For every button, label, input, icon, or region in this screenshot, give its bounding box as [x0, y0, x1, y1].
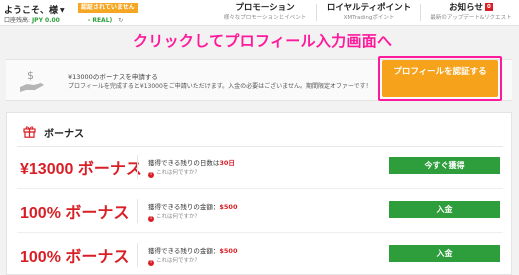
info-icon: ! — [148, 172, 154, 178]
bonus-condition: 獲得できる残りの日数は30日 — [148, 157, 235, 167]
nav-divider — [420, 4, 421, 21]
bonus-row: 100% ボーナス 獲得できる残りの金額：$500 ! これは何ですか？ 入金 — [7, 235, 513, 275]
gift-icon — [23, 126, 36, 138]
deposit-button[interactable]: 入金 — [389, 245, 500, 262]
nav-divider — [316, 4, 317, 21]
nav-notifications[interactable]: お知らせ 0 最新のアップデート&リクエスト — [423, 3, 519, 22]
refresh-icon[interactable]: ↻ — [118, 17, 123, 24]
info-icon: ! — [148, 260, 154, 266]
highlight-box — [378, 56, 502, 101]
nav-promotions[interactable]: プロモーション 様々なプロモーションとイベント — [218, 3, 312, 22]
condition-value: 30日 — [219, 159, 235, 167]
row-divider-line — [17, 232, 503, 233]
help-text: これは何ですか？ — [156, 214, 201, 220]
unverified-badge: 認証されていません — [78, 3, 138, 13]
svg-text:$: $ — [27, 69, 34, 82]
nav-loyalty-title: ロイヤルティポイント — [326, 3, 412, 13]
row-divider — [137, 155, 138, 179]
notice-title: ¥13000のボーナスを申請する — [68, 73, 158, 81]
bonus-amount: ¥13000 ボーナス — [20, 161, 142, 178]
help-text: これは何ですか？ — [156, 258, 201, 264]
chevron-down-icon: ▼ — [60, 7, 65, 14]
bonus-panel-title: ボーナス — [44, 129, 84, 140]
help-text: これは何ですか？ — [156, 170, 201, 176]
bonus-row: 100% ボーナス 獲得できる残りの金額：$500 ! これは何ですか？ 入金 — [7, 191, 513, 231]
help-link[interactable]: ! これは何ですか？ — [148, 168, 200, 178]
bonus-panel: ボーナス ¥13000 ボーナス 獲得できる残りの日数は30日 ! これは何ですか… — [6, 112, 512, 275]
nav-promotions-title: プロモーション — [235, 3, 295, 13]
nav-loyalty-sub: XMTradingポイント — [343, 15, 395, 21]
bonus-amount: 100% ボーナス — [20, 249, 130, 266]
nav-notifications-sub: 最新のアップデート&リクエスト — [430, 15, 512, 21]
account-type: - REAL) — [87, 17, 113, 24]
deposit-button[interactable]: 入金 — [389, 201, 500, 218]
row-divider — [137, 199, 138, 223]
nav-promotions-sub: 様々なプロモーションとイベント — [223, 15, 307, 21]
bonus-amount: 100% ボーナス — [20, 205, 130, 222]
instruction-annotation: クリックしてプロフィール入力画面へ — [133, 32, 393, 50]
condition-label: 獲得できる残りの日数は — [148, 159, 220, 167]
top-header: ようこそ、様 ▼ 認証されていません 口座残高: JPY 0.00 - REAL)… — [0, 0, 519, 26]
row-divider — [137, 243, 138, 267]
info-icon: ! — [148, 216, 154, 222]
bonus-condition: 獲得できる残りの金額：$500 — [148, 245, 237, 255]
nav-notifications-title: お知らせ 0 — [423, 3, 519, 14]
condition-value: $500 — [219, 247, 238, 255]
bonus-row: ¥13000 ボーナス 獲得できる残りの日数は30日 ! これは何ですか？ 今すぐ… — [7, 147, 513, 187]
condition-value: $500 — [219, 203, 238, 211]
account-label: 口座残高: — [4, 17, 31, 24]
help-link[interactable]: ! これは何ですか？ — [148, 212, 200, 222]
account-balance: JPY 0.00 — [31, 17, 60, 24]
nav-loyalty-points[interactable]: ロイヤルティポイント XMTradingポイント — [320, 3, 418, 22]
notification-count-badge: 0 — [485, 3, 493, 11]
row-divider-line — [17, 188, 503, 189]
nav-notifications-label: お知らせ — [449, 3, 483, 13]
account-summary: 口座残高: JPY 0.00 - REAL) ↻ — [4, 15, 123, 24]
claim-now-button[interactable]: 今すぐ獲得 — [389, 157, 500, 174]
condition-label: 獲得できる残りの金額： — [148, 247, 220, 255]
notice-description: プロフィールを完成すると¥13000をご申請いただけます。入金の必要はございませ… — [68, 83, 372, 90]
bonus-condition: 獲得できる残りの金額：$500 — [148, 201, 237, 211]
help-link[interactable]: ! これは何ですか？ — [148, 256, 200, 266]
money-hand-icon: $ — [20, 69, 44, 92]
condition-label: 獲得できる残りの金額： — [148, 203, 220, 211]
